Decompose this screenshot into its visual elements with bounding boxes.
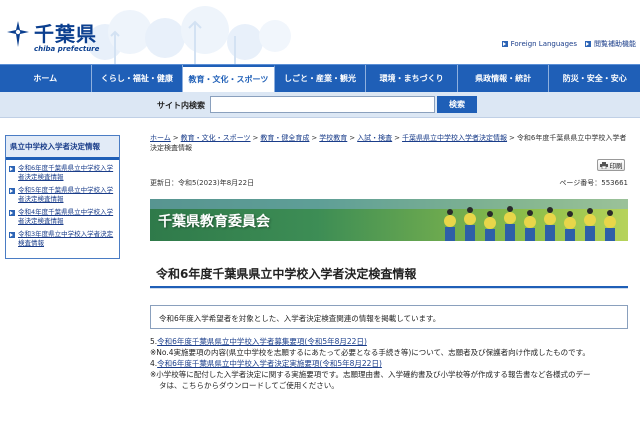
sidebar-item-r4[interactable]: 令和4年度千葉県県立中学校入学者決定検査情報: [18, 208, 116, 226]
breadcrumb-link[interactable]: 学校教育: [319, 134, 347, 142]
global-nav: ホーム くらし・福祉・健康 教育・文化・スポーツ しごと・産業・観光 環境・まち…: [0, 64, 640, 92]
site-logo[interactable]: 千葉県 chiba prefecture: [6, 18, 126, 56]
accessibility-link[interactable]: 閲覧補助機能: [585, 39, 636, 49]
foreign-languages-label: Foreign Languages: [510, 40, 577, 48]
banner-title: 千葉県教育委員会: [158, 214, 270, 230]
breadcrumb-link[interactable]: 千葉県県立中学校入学者決定情報: [402, 134, 507, 142]
sidebar: 県立中学校入学者決定情報 令和6年度千葉県県立中学校入学者決定検査情報 令和5年…: [5, 135, 120, 259]
implementation-guidelines-link[interactable]: 令和6年度千葉県県立中学校入学者決定実施要項(令和5年8月22日): [157, 359, 382, 368]
nav-prefecture-statistics[interactable]: 県政情報・統計: [458, 65, 550, 92]
sidebar-item: 令和4年度千葉県県立中学校入学者決定検査情報: [9, 208, 116, 226]
breadcrumb-link[interactable]: 入試・検査: [357, 134, 392, 142]
nav-work-industry-tourism[interactable]: しごと・産業・観光: [275, 65, 367, 92]
breadcrumb: ホーム > 教育・文化・スポーツ > 教育・健全育成 > 学校教育 > 入試・検査 > 千葉県県立中…: [150, 134, 627, 152]
arrow-square-icon: [9, 166, 15, 172]
page-number: ページ番号：553661: [559, 179, 628, 187]
nav-education-culture-sports[interactable]: 教育・文化・スポーツ: [183, 65, 275, 92]
sidebar-item: 令和5年度千葉県県立中学校入学者決定検査情報: [9, 186, 116, 204]
logo-subtitle: chiba prefecture: [34, 45, 100, 53]
main-content: ホーム > 教育・文化・スポーツ > 教育・健全育成 > 学校教育 > 入試・検査 > 千葉県県立中…: [150, 133, 630, 390]
foreign-languages-link[interactable]: Foreign Languages: [501, 39, 577, 49]
search-input[interactable]: [210, 96, 435, 113]
item-note: ※No.4実施要項の内容(県立中学校を志願するにあたって必要となる手続き等)につ…: [150, 348, 590, 357]
arrow-square-icon: [501, 41, 508, 47]
breadcrumb-link[interactable]: ホーム: [150, 134, 171, 142]
intro-box: 令和6年度入学希望者を対象とした、入学者決定検査関連の情報を掲載しています。: [150, 305, 628, 329]
sidebar-item-r5[interactable]: 令和5年度千葉県県立中学校入学者決定検査情報: [18, 186, 116, 204]
board-of-education-banner: 千葉県教育委員会: [150, 199, 628, 241]
nav-home[interactable]: ホーム: [0, 65, 92, 92]
search-label: サイト内検索: [157, 101, 205, 110]
sidebar-item-r3[interactable]: 令和3年度県立中学校入学者決定検査情報: [18, 230, 116, 248]
chiba-emblem-icon: [7, 21, 29, 47]
print-button[interactable]: 印刷: [597, 159, 625, 171]
page-title: 令和6年度千葉県県立中学校入学者決定検査情報: [156, 267, 417, 281]
document-list: 5.令和6年度千葉県県立中学校入学者募集要項(令和5年8月22日) ※No.4実…: [150, 336, 628, 391]
nav-environment-town[interactable]: 環境・まちづくり: [366, 65, 458, 92]
breadcrumb-link[interactable]: 教育・健全育成: [260, 134, 309, 142]
item-note-continued: タは、こちらからダウンロードしてご使用ください。: [159, 381, 339, 390]
arrow-square-icon: [9, 188, 15, 194]
site-header: 千葉県 chiba prefecture Foreign Languages 閲…: [0, 0, 640, 64]
printer-icon: [599, 161, 608, 169]
sidebar-item: 令和3年度県立中学校入学者決定検査情報: [9, 230, 116, 248]
recruitment-guidelines-link[interactable]: 令和6年度千葉県県立中学校入学者募集要項(令和5年8月22日): [157, 337, 367, 346]
sidebar-list: 令和6年度千葉県県立中学校入学者決定検査情報 令和5年度千葉県県立中学校入学者決…: [6, 160, 119, 258]
print-label: 印刷: [609, 162, 623, 170]
site-search-bar: サイト内検索 検索: [0, 92, 640, 118]
arrow-square-icon: [585, 41, 591, 47]
accessibility-label: 閲覧補助機能: [594, 40, 636, 48]
sidebar-item-r6[interactable]: 令和6年度千葉県県立中学校入学者決定検査情報: [18, 164, 116, 182]
arrow-square-icon: [9, 210, 15, 216]
list-item: 5.令和6年度千葉県県立中学校入学者募集要項(令和5年8月22日): [150, 336, 628, 347]
list-item: 4.令和6年度千葉県県立中学校入学者決定実施要項(令和5年8月22日): [150, 358, 628, 369]
title-underline: [150, 286, 628, 289]
arrow-square-icon: [9, 232, 15, 238]
sidebar-heading: 県立中学校入学者決定情報: [6, 136, 119, 160]
search-button[interactable]: 検索: [437, 96, 477, 113]
utility-links: Foreign Languages 閲覧補助機能: [501, 39, 636, 49]
nav-living-welfare-health[interactable]: くらし・福祉・健康: [92, 65, 184, 92]
updated-date: 更新日：令和5(2023)年8月22日: [150, 179, 255, 187]
logo-title: 千葉県: [34, 22, 97, 46]
item-note: ※小学校等に配付した入学者決定に関する実施要項です。志願理由書、入学確約書及び小…: [150, 370, 591, 379]
nav-disaster-safety[interactable]: 防災・安全・安心: [549, 65, 640, 92]
sidebar-item: 令和6年度千葉県県立中学校入学者決定検査情報: [9, 164, 116, 182]
breadcrumb-link[interactable]: 教育・文化・スポーツ: [181, 134, 251, 142]
